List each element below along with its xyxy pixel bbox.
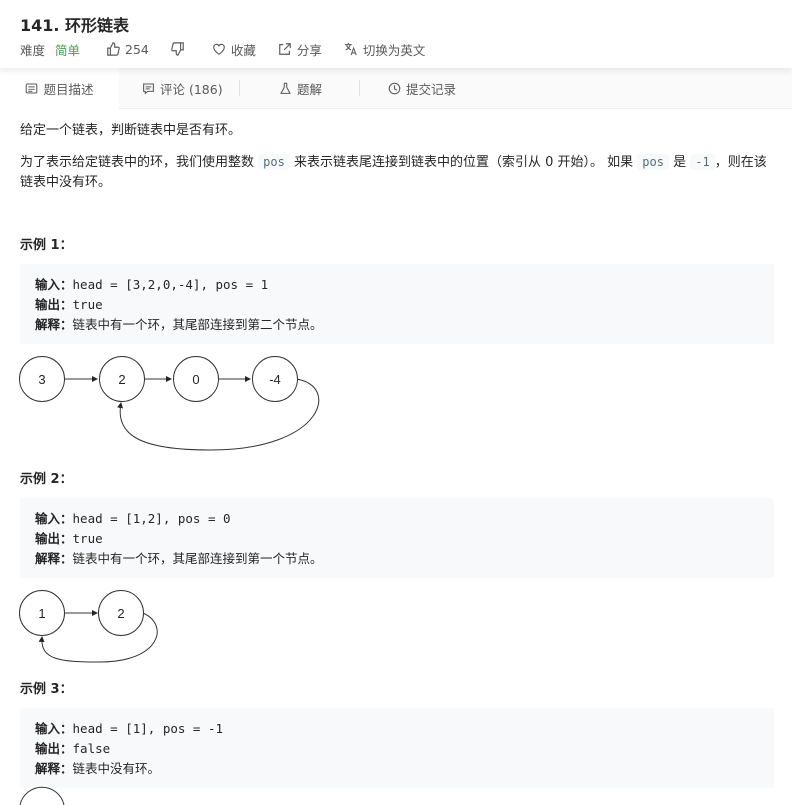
explain-label: 解释：	[35, 761, 73, 776]
collect-button[interactable]: 收藏	[212, 40, 256, 59]
difficulty-label: 难度	[20, 42, 46, 58]
flask-icon	[280, 82, 291, 94]
tab-label: 题目描述	[43, 82, 94, 97]
output-label: 输出：	[35, 741, 73, 756]
thumbs-up-icon	[107, 42, 120, 56]
tab-label: 评论 (186)	[160, 81, 223, 97]
input-value: head = [1,2], pos = 0	[72, 511, 231, 526]
text-span: 来表示链表尾连接到链表中的位置（索引从 0 开始）。 如果	[293, 155, 634, 170]
list-node: 1	[19, 590, 65, 636]
explain-label: 解释：	[35, 317, 73, 332]
problem-meta-bar: 难度 简单 254 收藏 分享 切换为英文	[20, 40, 447, 58]
text-span: 为了表示给定链表中的环，我们使用整数	[20, 155, 255, 170]
node-value: 0	[192, 372, 199, 387]
thumbs-down-icon	[171, 42, 184, 56]
example-2-code-block: 输入：head = [1,2], pos = 0 输出：true 解释：链表中有…	[20, 498, 774, 578]
node-value: -4	[269, 372, 281, 387]
example-1-code-block: 输入：head = [3,2,0,-4], pos = 1 输出：true 解释…	[20, 264, 774, 344]
page-title: 141. 环形链表	[20, 16, 130, 35]
like-count: 254	[125, 41, 149, 57]
example-1-title: 示例 1：	[20, 238, 73, 253]
example-input-line: 输入：head = [1,2], pos = 0	[35, 508, 231, 527]
heart-icon	[213, 43, 225, 55]
tab-label: 题解	[297, 81, 323, 97]
share-label: 分享	[296, 42, 322, 58]
node-value: 3	[38, 372, 45, 387]
example-2-diagram: 1 2	[19, 590, 158, 663]
input-label: 输入：	[35, 511, 73, 526]
inline-code: -1	[690, 154, 715, 170]
comment-icon	[143, 83, 154, 95]
tab-solutions[interactable]: 题解	[279, 68, 322, 108]
text-span: 链表中没有环。	[20, 175, 112, 190]
text-span: 是	[673, 155, 687, 170]
tab-label: 提交记录	[406, 81, 457, 97]
inline-code: pos	[637, 154, 669, 170]
example-explain-line: 解释：链表中有一个环，其尾部连接到第一个节点。	[35, 548, 323, 567]
list-node: 2	[99, 356, 145, 402]
node-value: 2	[118, 372, 125, 387]
switch-language-label: 切换为英文	[362, 42, 426, 58]
output-label: 输出：	[35, 297, 73, 312]
inline-code: pos	[258, 154, 290, 170]
list-node	[19, 786, 65, 805]
share-button[interactable]: 分享	[278, 40, 322, 59]
list-node: 2	[98, 590, 144, 636]
example-output-line: 输出：true	[35, 528, 103, 547]
tab-bar: 题目描述 评论 (186) 题解 提交记录	[0, 68, 792, 109]
list-node: 3	[19, 356, 65, 402]
clock-icon	[388, 82, 401, 94]
description-icon	[26, 83, 38, 94]
node-value: 2	[117, 606, 124, 621]
explain-value: 链表中有一个环，其尾部连接到第二个节点。	[72, 317, 323, 332]
tab-comments[interactable]: 评论 (186)	[142, 68, 223, 108]
difficulty-badge: 简单	[55, 42, 81, 58]
output-label: 输出：	[35, 531, 73, 546]
explain-label: 解释：	[35, 551, 73, 566]
list-node: 0	[173, 356, 219, 402]
description-paragraph-1: 给定一个链表，判断链表中是否有环。	[20, 123, 242, 138]
example-explain-line: 解释：链表中没有环。	[35, 758, 160, 777]
output-value: false	[72, 741, 111, 756]
example-explain-line: 解释：链表中有一个环，其尾部连接到第二个节点。	[35, 314, 323, 333]
translate-icon	[344, 42, 357, 56]
collect-label: 收藏	[230, 42, 256, 58]
output-value: true	[72, 297, 103, 312]
example-2-title: 示例 2：	[20, 472, 73, 487]
explain-value: 链表中没有环。	[72, 761, 161, 776]
input-value: head = [1], pos = -1	[72, 721, 224, 736]
explain-value: 链表中有一个环，其尾部连接到第一个节点。	[72, 551, 323, 566]
input-value: head = [3,2,0,-4], pos = 1	[72, 277, 269, 292]
share-icon	[279, 43, 291, 55]
description-paragraph-2: 为了表示给定链表中的环，我们使用整数 pos 来表示链表尾连接到链表中的位置（索…	[20, 152, 780, 193]
tab-divider	[359, 80, 360, 96]
tab-description[interactable]: 题目描述	[0, 68, 119, 109]
like-button[interactable]: 254	[106, 42, 149, 57]
example-output-line: 输出：false	[35, 738, 110, 757]
input-label: 输入：	[35, 277, 73, 292]
output-value: true	[72, 531, 103, 546]
list-node: -4	[252, 356, 298, 402]
tab-submissions[interactable]: 提交记录	[388, 68, 456, 108]
example-3-diagram	[19, 786, 65, 805]
node-value: 1	[38, 606, 45, 621]
input-label: 输入：	[35, 721, 73, 736]
example-1-diagram: 3 2 0 -4	[19, 356, 320, 451]
tab-divider	[239, 80, 240, 96]
example-input-line: 输入：head = [1], pos = -1	[35, 718, 223, 737]
dislike-button[interactable]	[171, 42, 190, 56]
switch-language-button[interactable]: 切换为英文	[344, 40, 426, 59]
example-output-line: 输出：true	[35, 294, 103, 313]
problem-header: 141. 环形链表 难度 简单 254 收藏 分享 切换为英文	[0, 0, 792, 68]
example-3-code-block: 输入：head = [1], pos = -1 输出：false 解释：链表中没…	[20, 708, 774, 788]
example-3-title: 示例 3：	[20, 682, 73, 697]
text-span: ，则在该	[714, 155, 767, 170]
example-input-line: 输入：head = [3,2,0,-4], pos = 1	[35, 274, 268, 293]
